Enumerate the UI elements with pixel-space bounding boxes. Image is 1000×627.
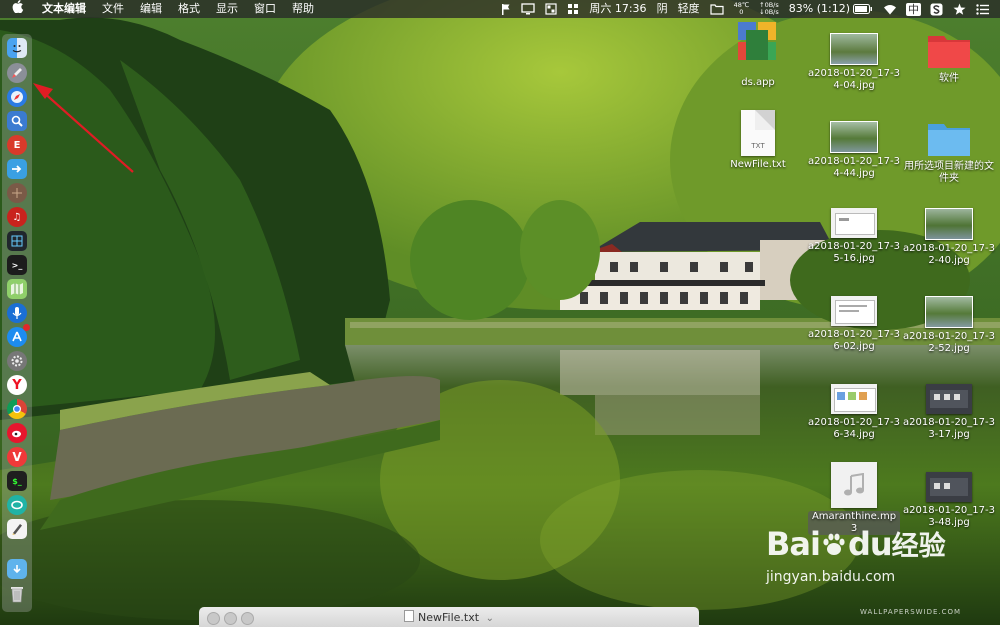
star-icon[interactable] xyxy=(948,3,971,15)
apple-icon[interactable] xyxy=(0,0,34,19)
flag-icon[interactable] xyxy=(496,3,516,15)
menu-edit[interactable]: 编辑 xyxy=(132,0,170,18)
window-grid-icon[interactable] xyxy=(540,3,562,15)
battery-status[interactable]: 83% (1:12) xyxy=(784,0,878,18)
red-annotation-arrow xyxy=(33,83,134,173)
battery-icon xyxy=(853,4,872,14)
menu-bar: 文本编辑 文件 编辑 格式 显示 窗口 帮助 周六 17:36 阴 轻度 48℃… xyxy=(0,0,1000,18)
status-area: 周六 17:36 阴 轻度 48℃ 0 ↑0B/s ↓0B/s 83% (1:12)… xyxy=(496,0,994,18)
temperature-bottom: 0 xyxy=(739,8,744,16)
app-name-menu[interactable]: 文本编辑 xyxy=(34,0,94,18)
input-method-indicator[interactable]: 中 xyxy=(906,2,921,16)
network-monitor[interactable]: ↑0B/s ↓0B/s xyxy=(754,2,784,16)
menu-file[interactable]: 文件 xyxy=(94,0,132,18)
air-quality-text[interactable]: 轻度 xyxy=(673,0,705,18)
wifi-icon[interactable] xyxy=(878,4,902,15)
folder-status-icon[interactable] xyxy=(705,3,729,15)
sogou-icon[interactable] xyxy=(925,3,948,16)
menu-help[interactable]: 帮助 xyxy=(284,0,322,18)
menu-view[interactable]: 显示 xyxy=(208,0,246,18)
net-down-speed: ↓0B/s xyxy=(759,8,779,16)
notification-center-icon[interactable] xyxy=(971,3,994,15)
datetime[interactable]: 周六 17:36 xyxy=(584,0,651,18)
temperature-monitor[interactable]: 48℃ 0 xyxy=(729,2,755,16)
battery-text: 83% (1:12) xyxy=(788,2,850,15)
display-icon[interactable] xyxy=(516,3,540,15)
menu-window[interactable]: 窗口 xyxy=(246,0,284,18)
apps-grid-icon[interactable] xyxy=(562,3,584,15)
weather-text[interactable]: 阴 xyxy=(652,0,673,18)
menu-format[interactable]: 格式 xyxy=(170,0,208,18)
